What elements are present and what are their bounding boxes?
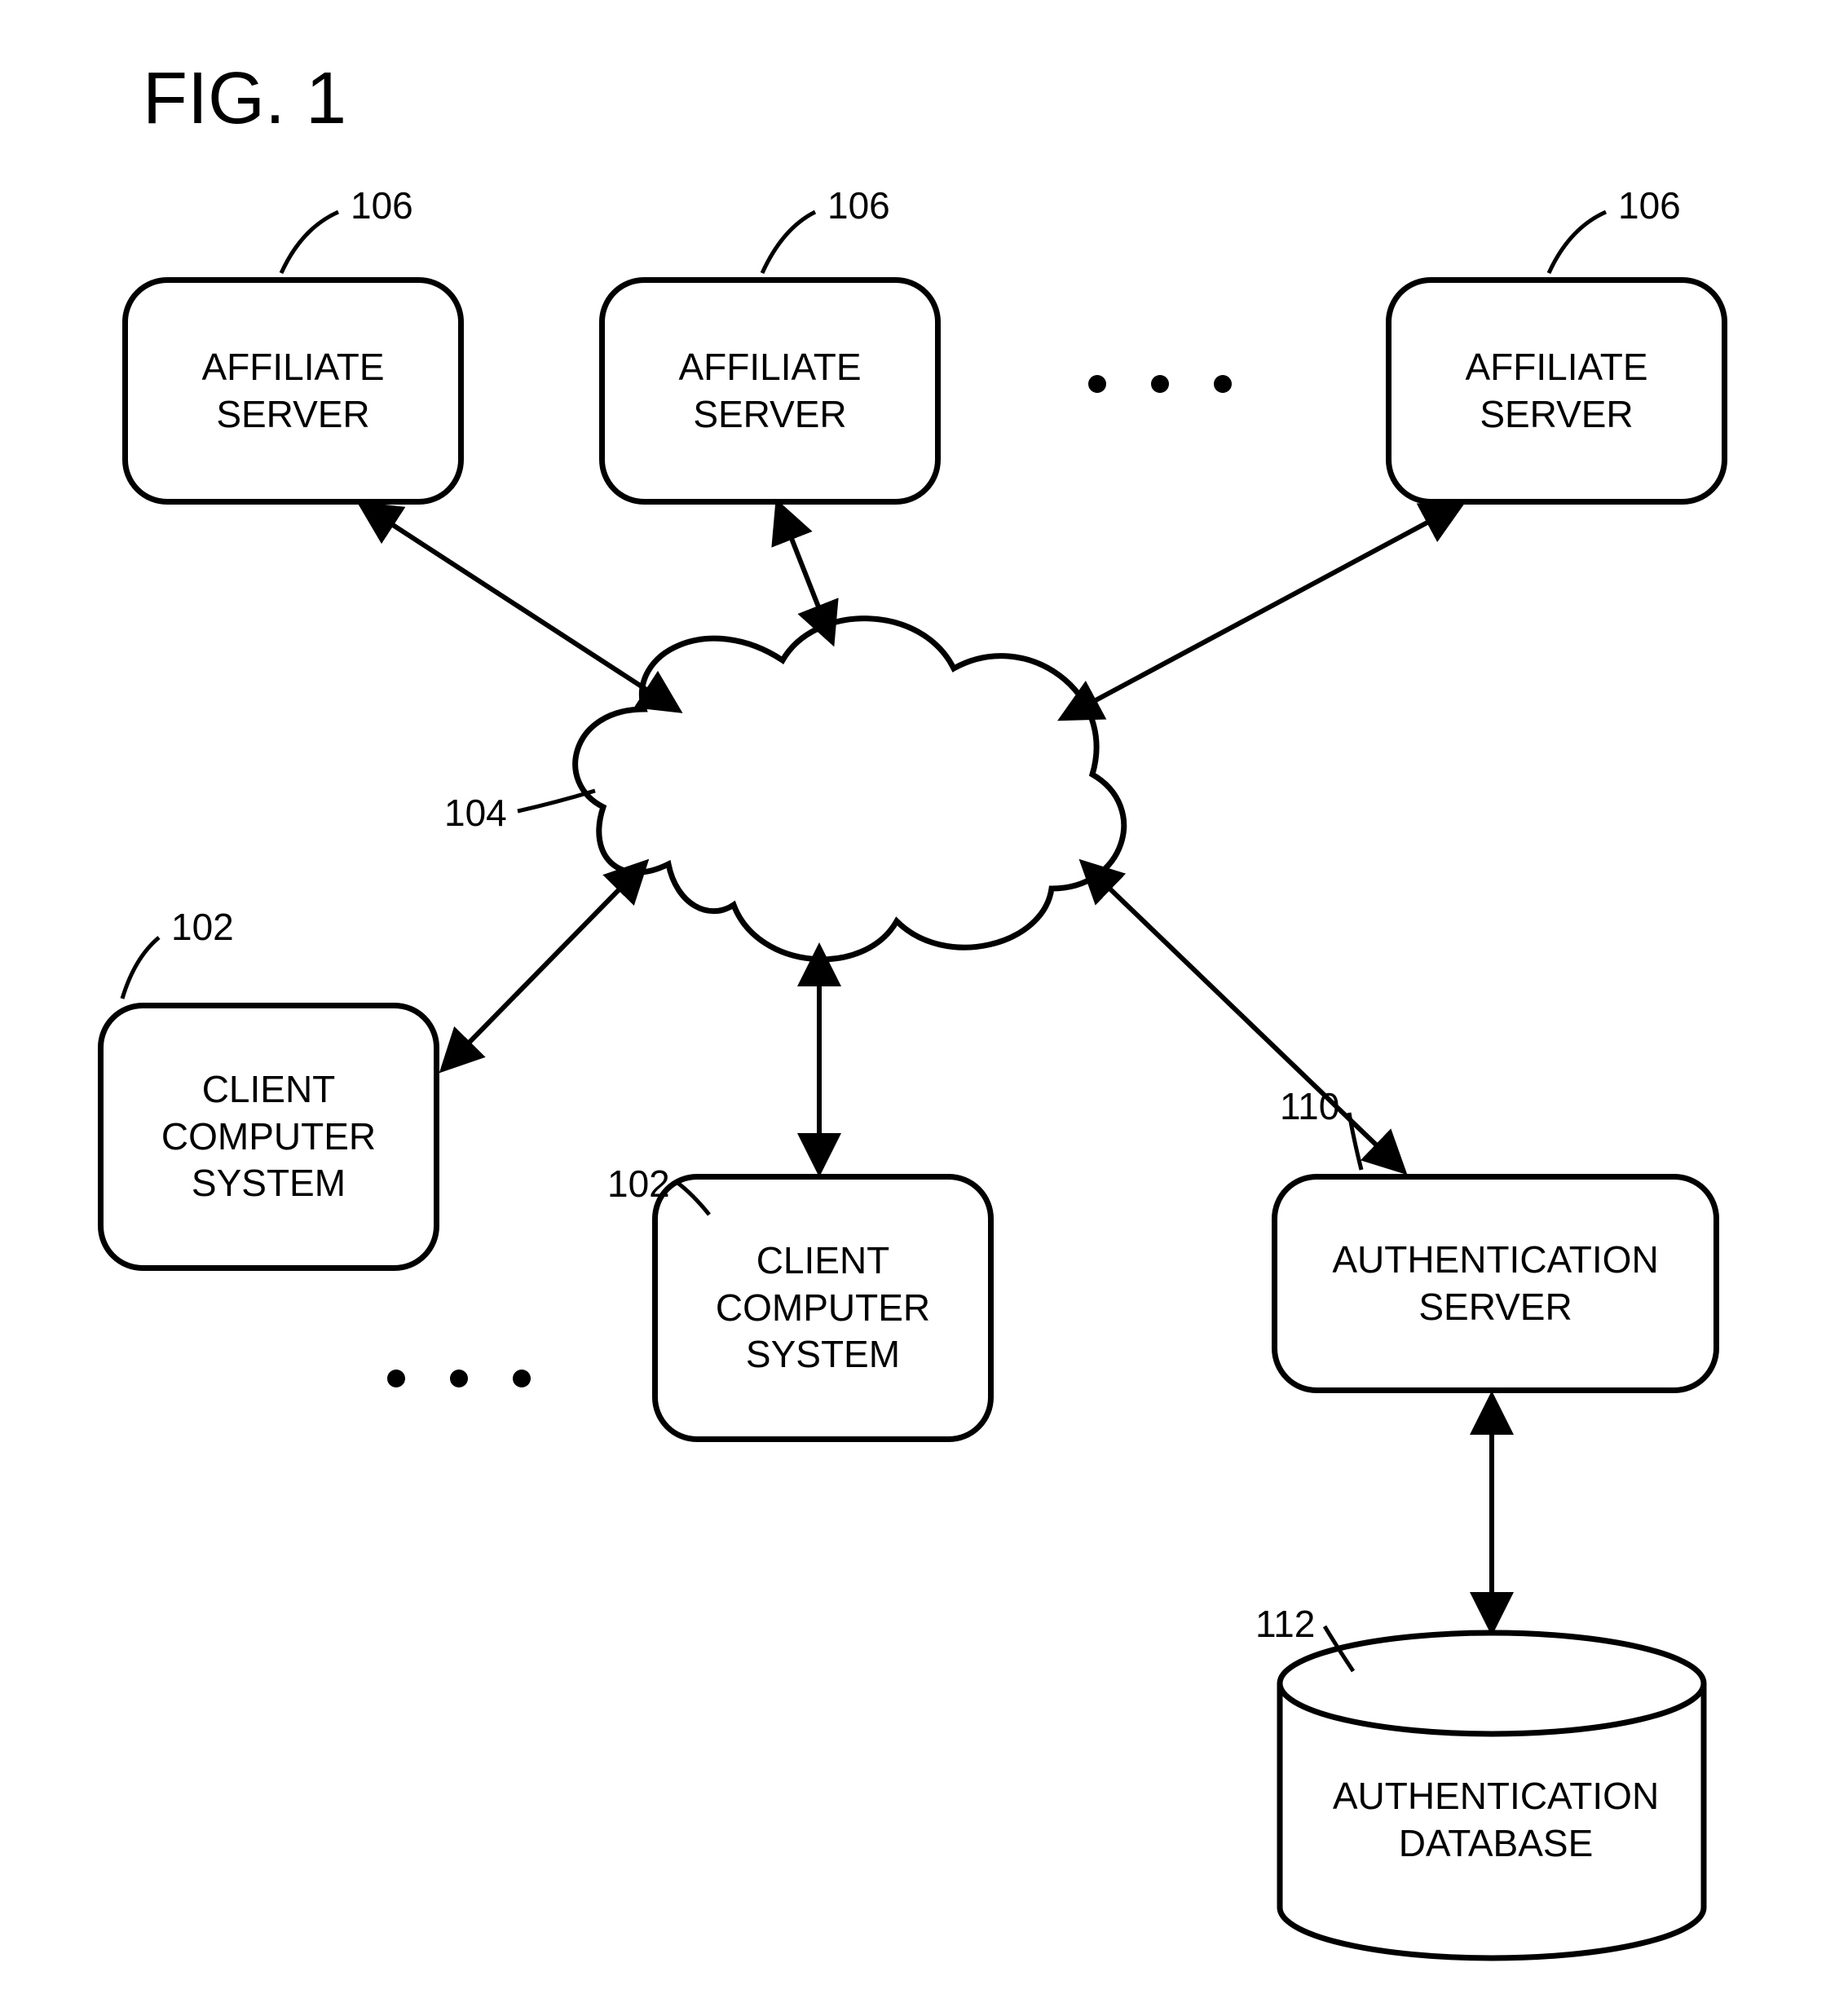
node-auth-server: AUTHENTICATION SERVER bbox=[1272, 1174, 1719, 1393]
node-affiliate-server-1: AFFILIATE SERVER bbox=[122, 277, 464, 505]
ref-affiliate-server-3: 106 bbox=[1618, 183, 1681, 227]
ellipsis-affiliate bbox=[1088, 375, 1232, 393]
edge-affiliate2-network bbox=[778, 505, 831, 640]
ref-auth-db: 112 bbox=[1255, 1602, 1315, 1646]
edge-affiliate1-network bbox=[363, 505, 677, 709]
ref-network: 104 bbox=[444, 791, 507, 835]
ref-affiliate-server-1: 106 bbox=[351, 183, 413, 227]
node-network-label: NETWORK bbox=[783, 766, 974, 810]
node-client-1: CLIENT COMPUTER SYSTEM bbox=[98, 1003, 439, 1271]
ellipsis-clients bbox=[387, 1370, 531, 1387]
ref-auth-server: 110 bbox=[1280, 1084, 1339, 1128]
edge-authserver-network bbox=[1084, 864, 1402, 1170]
ref-client-1: 102 bbox=[171, 905, 234, 949]
node-affiliate-server-2: AFFILIATE SERVER bbox=[599, 277, 941, 505]
node-affiliate-server-3: AFFILIATE SERVER bbox=[1386, 277, 1727, 505]
edge-client1-network bbox=[444, 864, 644, 1068]
diagram-canvas: FIG. 1 AFFILIATE SERVER 106 AFFILIATE SE… bbox=[0, 0, 1848, 2007]
edge-affiliate3-network bbox=[1064, 505, 1459, 717]
ref-affiliate-server-2: 106 bbox=[827, 183, 890, 227]
node-auth-db-label: AUTHENTICATION DATABASE bbox=[1288, 1773, 1704, 1867]
figure-title: FIG. 1 bbox=[143, 57, 346, 141]
ref-client-2: 102 bbox=[607, 1162, 670, 1206]
node-client-2: CLIENT COMPUTER SYSTEM bbox=[652, 1174, 994, 1442]
